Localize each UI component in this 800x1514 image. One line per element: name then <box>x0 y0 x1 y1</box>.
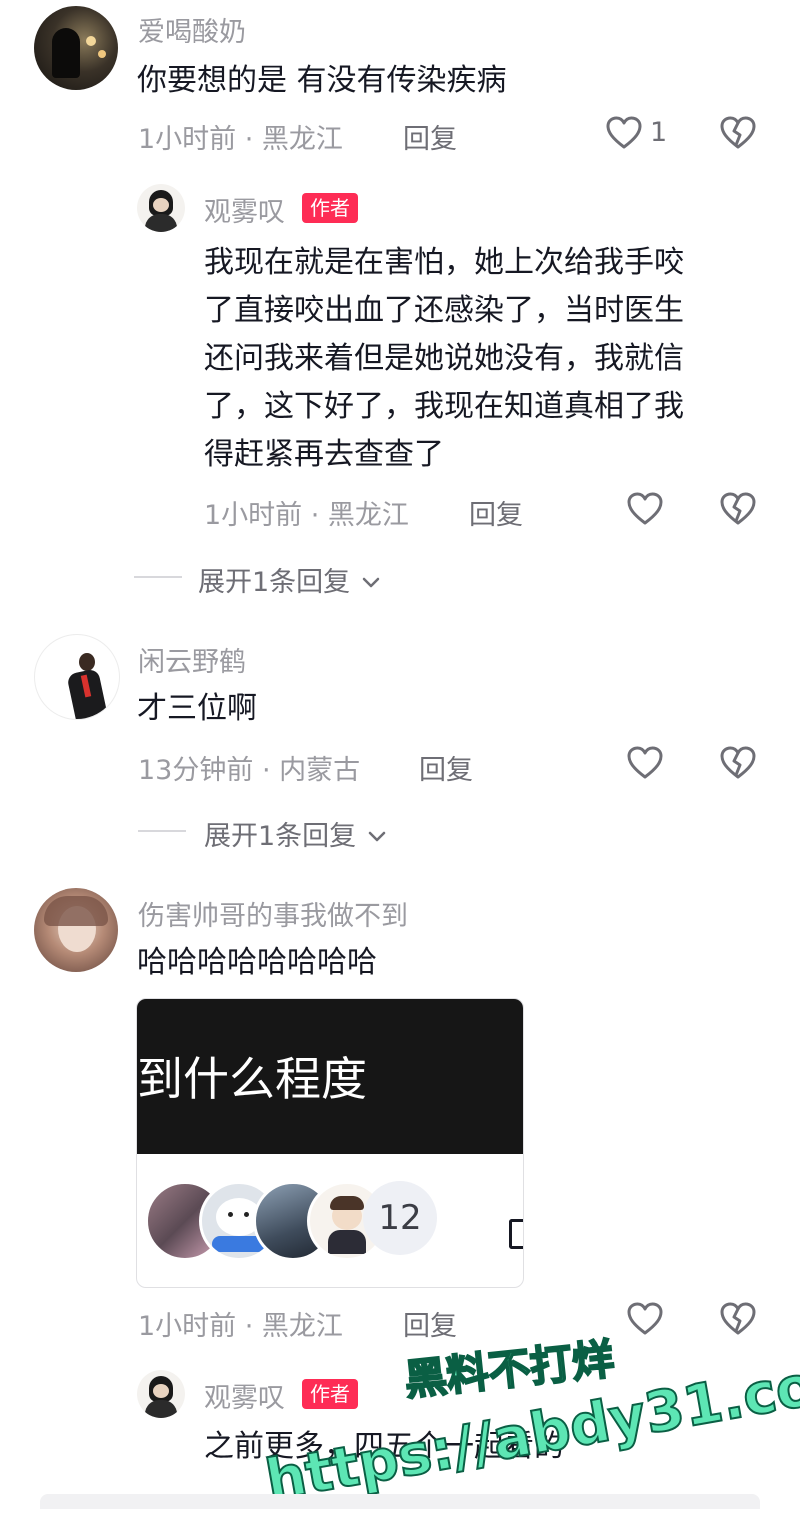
comment-text: 哈哈哈哈哈哈哈哈 <box>137 945 377 980</box>
card-title: 到什么程度 <box>137 1052 367 1106</box>
shared-post-card[interactable]: 到什么程度 12 <box>136 998 524 1288</box>
avatar[interactable] <box>34 888 118 972</box>
author-badge: 作者 <box>302 193 358 223</box>
reply-button[interactable]: 回复 <box>403 1304 457 1343</box>
heart-outline-icon[interactable] <box>625 743 665 783</box>
heart-outline-icon[interactable] <box>604 113 644 153</box>
reply-text-line: 了直接咬出血了还感染了，当时医生 <box>204 293 684 328</box>
comment-username[interactable]: 伤害帅哥的事我做不到 <box>138 894 408 933</box>
like-count: 1 <box>650 117 668 148</box>
author-badge: 作者 <box>302 1379 358 1409</box>
heart-outline-icon[interactable] <box>625 489 665 529</box>
reply-text-line: 我现在就是在害怕，她上次给我手咬 <box>204 245 684 280</box>
reply-username[interactable]: 观雾叹 <box>204 1376 285 1415</box>
comment-username[interactable]: 闲云野鹤 <box>138 640 246 679</box>
avatar[interactable] <box>137 1370 185 1418</box>
divider <box>134 576 182 578</box>
reply-text-line: 了，这下好了，我现在知道真相了我 <box>204 389 684 424</box>
reply-button[interactable]: 回复 <box>403 117 457 156</box>
broken-heart-icon[interactable] <box>718 1299 758 1339</box>
expand-label: 展开1条回复 <box>204 821 357 852</box>
expand-label: 展开1条回复 <box>198 567 351 598</box>
reply-time-location: 1小时前 · 黑龙江 <box>204 500 409 531</box>
comment-time-location: 1小时前 · 黑龙江 <box>138 1311 343 1342</box>
broken-heart-icon[interactable] <box>718 743 758 783</box>
divider <box>138 830 186 832</box>
avatar[interactable] <box>34 634 120 720</box>
broken-heart-icon[interactable] <box>718 489 758 529</box>
reply-button[interactable]: 回复 <box>419 748 473 787</box>
bottom-input-bar[interactable] <box>40 1494 760 1509</box>
reply-text-line: 还问我来着但是她说她没有，我就信 <box>204 341 684 376</box>
reply-username[interactable]: 观雾叹 <box>204 190 285 229</box>
share-icon[interactable] <box>509 1219 523 1249</box>
comment-username[interactable]: 爱喝酸奶 <box>138 10 246 49</box>
card-header: 到什么程度 <box>137 999 523 1154</box>
reply-text-line: 得赶紧再去查查了 <box>204 437 444 472</box>
avatar[interactable] <box>34 6 118 90</box>
chevron-down-icon <box>359 570 383 594</box>
heart-outline-icon[interactable] <box>625 1299 665 1339</box>
participant-count: 12 <box>363 1181 437 1255</box>
expand-replies-button[interactable]: 展开1条回复 <box>198 560 383 599</box>
reply-button[interactable]: 回复 <box>469 493 523 532</box>
chevron-down-icon <box>365 824 389 848</box>
comment-text: 你要想的是 有没有传染疾病 <box>137 63 507 98</box>
broken-heart-icon[interactable] <box>718 113 758 153</box>
comment-time-location: 13分钟前 · 内蒙古 <box>138 755 361 786</box>
expand-replies-button[interactable]: 展开1条回复 <box>204 814 389 853</box>
avatar[interactable] <box>137 184 185 232</box>
comment-time-location: 1小时前 · 黑龙江 <box>138 124 343 155</box>
comment-text: 才三位啊 <box>137 691 257 726</box>
